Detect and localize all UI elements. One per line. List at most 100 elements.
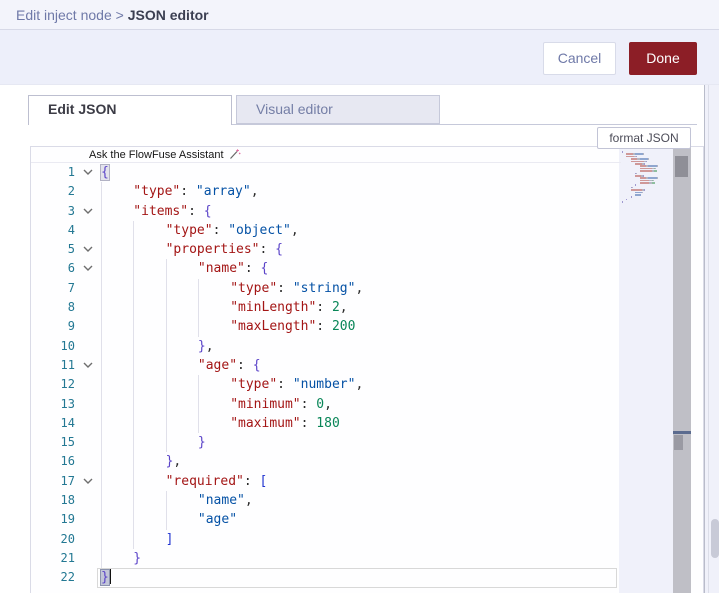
fold-chevron-icon[interactable] <box>75 472 101 491</box>
token-num: 0 <box>316 396 325 412</box>
indent-guide <box>133 298 165 318</box>
current-line-highlight <box>97 568 617 588</box>
minimap-line <box>622 201 671 203</box>
indent-guide <box>133 433 165 453</box>
tab-edit-json[interactable]: Edit JSON <box>28 95 232 125</box>
tab-bar: Edit JSON Visual editor <box>28 95 440 125</box>
indent-guide <box>165 355 198 376</box>
code-line[interactable]: 18 "name", <box>31 491 621 511</box>
code-line[interactable]: 8 "minLength": 2, <box>31 298 621 318</box>
token-str: "object" <box>228 222 291 238</box>
indent-guide <box>165 510 198 530</box>
line-number: 6 <box>67 261 75 276</box>
fold-chevron-icon[interactable] <box>75 356 101 375</box>
code-line[interactable]: 9 "maxLength": 200 <box>31 317 621 337</box>
token-num: 180 <box>316 415 340 431</box>
code-line[interactable]: 16}, <box>31 452 621 472</box>
token-key: "type" <box>165 222 213 238</box>
editor-scrollbar-thumb[interactable] <box>675 156 688 177</box>
token-pun: : <box>243 473 260 489</box>
token-key: "properties" <box>165 242 260 258</box>
token-pun: : <box>277 280 293 296</box>
indent-guide <box>101 355 133 376</box>
line-number: 16 <box>60 454 75 469</box>
indent-guide <box>101 298 133 318</box>
dialog-scrollbar-thumb[interactable] <box>711 519 719 558</box>
breadcrumb-parent-link[interactable]: Edit inject node <box>16 7 112 23</box>
fold-chevron-icon[interactable] <box>75 259 101 278</box>
code-line[interactable]: 11 "age": { <box>31 355 621 376</box>
fold-chevron-icon[interactable] <box>75 163 101 182</box>
code-line[interactable]: 19 "age" <box>31 510 621 530</box>
indent-guide <box>101 259 133 279</box>
token-pun: : <box>259 242 276 258</box>
minimap-line <box>626 153 671 155</box>
indent-guide <box>101 278 133 299</box>
indent-guide <box>133 413 165 434</box>
code-line[interactable]: 3 "items": { <box>31 201 621 221</box>
token-key: "name" <box>197 261 245 277</box>
line-number: 12 <box>60 377 75 392</box>
editor-scrollbar[interactable] <box>673 147 691 593</box>
indent-guide <box>133 529 165 549</box>
code-line[interactable]: 14 "maximum": 180 <box>31 413 621 434</box>
minimap-line <box>626 155 671 158</box>
indent-guide <box>165 259 198 279</box>
indent-guide <box>133 394 165 414</box>
indent-guide <box>101 394 133 414</box>
assistant-link[interactable]: Ask the FlowFuse Assistant <box>89 148 241 161</box>
code-line[interactable]: 2 "type": "array", <box>31 182 621 202</box>
code-line[interactable]: 22} <box>31 568 621 588</box>
minimap-line <box>630 189 671 191</box>
code-line[interactable]: 17 "required": [ <box>31 471 621 492</box>
code-line[interactable]: 6 "name": { <box>31 259 621 279</box>
minimap-line <box>622 151 671 153</box>
json-code-editor[interactable]: Ask the FlowFuse Assistant 1{2 "type": "a… <box>30 146 704 593</box>
code-line[interactable]: 12 "type": "number", <box>31 375 621 395</box>
code-line[interactable]: 10}, <box>31 336 621 356</box>
dialog-header: Edit inject node > JSON editor <box>0 0 719 30</box>
wand-sparkle-icon <box>229 149 240 159</box>
fold-chevron-icon[interactable] <box>75 202 101 221</box>
token-brc: { <box>100 164 110 181</box>
line-number: 15 <box>60 435 75 450</box>
indent-guide <box>101 201 133 221</box>
code-line[interactable]: 15} <box>31 433 621 453</box>
line-number: 21 <box>60 550 75 565</box>
dialog-scrollbar[interactable] <box>704 85 719 593</box>
indent-guide <box>101 433 133 453</box>
indent-guide <box>133 336 165 356</box>
indent-guide <box>197 375 230 395</box>
breadcrumb-separator: > <box>111 7 128 23</box>
code-lines[interactable]: 1{2 "type": "array", 3 "items": {4 "type": "… <box>31 163 621 588</box>
line-number: 8 <box>67 300 75 315</box>
cancel-button[interactable]: Cancel <box>543 42 616 75</box>
token-key: "maximum" <box>230 415 301 431</box>
format-json-button[interactable]: format JSON <box>597 127 691 149</box>
fold-chevron-icon[interactable] <box>75 240 101 259</box>
code-line[interactable]: 21} <box>31 548 621 569</box>
indent-guide <box>197 413 230 434</box>
minimap-line <box>635 184 671 187</box>
code-line[interactable]: 7 "type": "string", <box>31 278 621 299</box>
tab-visual-editor[interactable]: Visual editor <box>236 95 440 124</box>
minimap[interactable] <box>619 147 673 593</box>
indent-guide <box>165 375 198 395</box>
token-pun: , <box>250 184 259 200</box>
indent-guide <box>197 298 230 318</box>
indent-guide <box>197 278 230 299</box>
code-line[interactable]: 1{ <box>31 163 621 182</box>
token-brc: { <box>252 357 261 373</box>
indent-guide <box>165 394 198 414</box>
minimap-line <box>630 196 671 199</box>
code-line[interactable]: 4 "type": "object", <box>31 220 621 241</box>
code-line[interactable]: 20] <box>31 529 621 549</box>
token-key: "items" <box>133 203 189 219</box>
indent-guide <box>165 278 198 299</box>
code-line[interactable]: 5 "properties": { <box>31 240 621 260</box>
indent-guide <box>133 452 165 472</box>
done-button[interactable]: Done <box>629 42 697 75</box>
token-pun: , <box>324 396 332 412</box>
code-line[interactable]: 13 "minimum": 0, <box>31 394 621 414</box>
token-key: "required" <box>165 473 244 489</box>
